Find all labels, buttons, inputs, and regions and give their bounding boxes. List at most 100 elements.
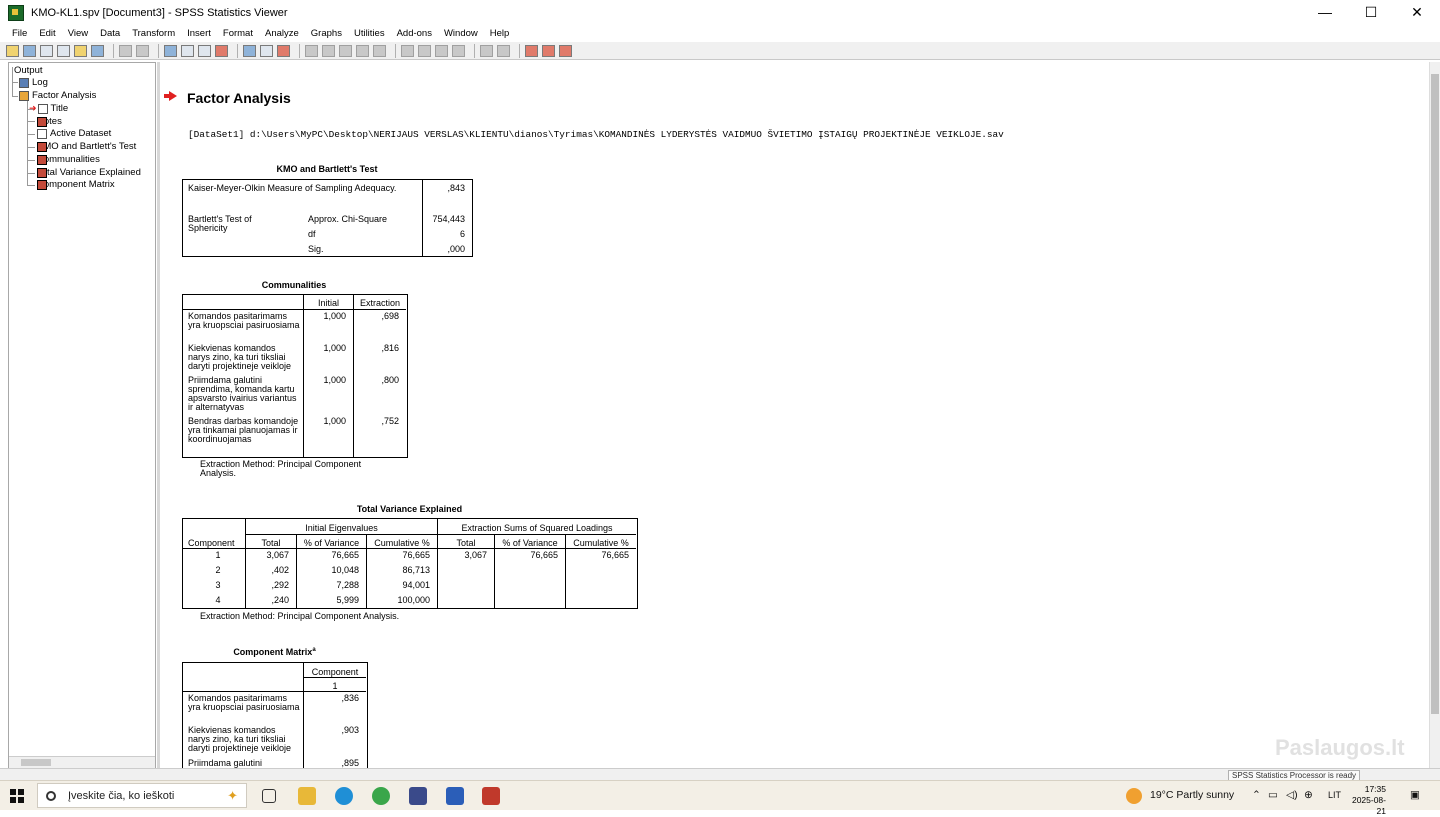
tree-notes[interactable]: Notes	[37, 116, 62, 127]
tve-pct-var: 76,665	[331, 550, 359, 560]
kmo-caption: KMO and Bartlett's Test	[276, 164, 378, 174]
variables-icon[interactable]	[215, 44, 228, 57]
menu-insert[interactable]: Insert	[187, 28, 211, 39]
tree-title[interactable]: ➜ Title	[29, 103, 68, 114]
plus-icon[interactable]	[435, 44, 448, 57]
arrow-right-icon[interactable]	[418, 44, 431, 57]
comm-row-initial: 1,000	[323, 416, 346, 426]
comm-row-initial: 1,000	[323, 343, 346, 353]
speaker-icon[interactable]: ◁)	[1286, 789, 1298, 801]
maximize-button[interactable]: ☐	[1348, 0, 1394, 25]
menu-view[interactable]: View	[68, 28, 88, 39]
communalities-table[interactable]: Initial Extraction Komandos pasitarimams…	[182, 294, 408, 458]
notifications-icon[interactable]: ▣	[1410, 789, 1420, 801]
demote-icon[interactable]	[322, 44, 335, 57]
clock[interactable]: 17:35 2025-08-21	[1350, 784, 1386, 817]
file-explorer-icon[interactable]	[298, 787, 316, 805]
goto-variable-icon[interactable]	[198, 44, 211, 57]
print-preview-icon[interactable]	[57, 44, 70, 57]
utorrent-icon[interactable]	[372, 787, 390, 805]
promote-icon[interactable]	[305, 44, 318, 57]
show-icon[interactable]	[480, 44, 493, 57]
tve-pct-var: 7,288	[336, 580, 359, 590]
export-icon[interactable]	[74, 44, 87, 57]
menu-window[interactable]: Window	[444, 28, 478, 39]
arrow-left-icon[interactable]	[401, 44, 414, 57]
chevron-up-icon[interactable]: ⌃	[1252, 789, 1261, 801]
current-item-arrow-icon: ➜	[29, 103, 37, 113]
window-title: KMO-KL1.spv [Document3] - SPSS Statistic…	[31, 6, 288, 19]
print-icon[interactable]	[40, 44, 53, 57]
show-all-icon[interactable]	[260, 44, 273, 57]
menu-file[interactable]: File	[12, 28, 27, 39]
recall-dialog-icon[interactable]	[91, 44, 104, 57]
output-pane[interactable]: Factor Analysis [DataSet1] d:\Users\MyPC…	[162, 62, 1429, 768]
tve-cum-pct: 86,713	[402, 565, 430, 575]
menu-help[interactable]: Help	[490, 28, 510, 39]
df-label: df	[308, 229, 316, 239]
tve-table[interactable]: Initial Eigenvalues Extraction Sums of S…	[182, 518, 638, 609]
cm-row-value: ,903	[341, 725, 359, 735]
menu-utilities[interactable]: Utilities	[354, 28, 385, 39]
tree-communalities[interactable]: Communalities	[37, 154, 100, 165]
open-icon[interactable]	[6, 44, 19, 57]
close-button[interactable]: ✕	[1394, 0, 1440, 25]
tree-active-dataset[interactable]: Active Dataset	[37, 128, 111, 139]
goto-data-icon[interactable]	[164, 44, 177, 57]
save-icon[interactable]	[23, 44, 36, 57]
tree-component-matrix[interactable]: Component Matrix	[37, 179, 115, 190]
insert-title-icon[interactable]	[356, 44, 369, 57]
insert-chart-icon[interactable]	[525, 44, 538, 57]
pane-splitter[interactable]	[157, 62, 160, 768]
vpn-icon[interactable]: ⊕	[1304, 789, 1313, 801]
tree-output[interactable]: Output	[14, 65, 43, 76]
designate-window-icon[interactable]	[277, 44, 290, 57]
remote-desktop-icon[interactable]	[409, 787, 427, 805]
menu-transform[interactable]: Transform	[132, 28, 175, 39]
outline-pane[interactable]: Output Log Factor Analysis ➜ Title Notes…	[8, 62, 156, 768]
menu-addons[interactable]: Add-ons	[397, 28, 432, 39]
menu-data[interactable]: Data	[100, 28, 120, 39]
toolbar	[0, 42, 1440, 60]
menu-format[interactable]: Format	[223, 28, 253, 39]
undo-icon[interactable]	[119, 44, 132, 57]
tve-ext-total: 3,067	[464, 550, 487, 560]
use-sets-icon[interactable]	[243, 44, 256, 57]
minimize-button[interactable]: —	[1302, 0, 1348, 25]
tree-total-variance[interactable]: Total Variance Explained	[37, 167, 141, 178]
tve-total: 3,067	[266, 550, 289, 560]
tree-log[interactable]: Log	[19, 77, 48, 88]
minus-icon[interactable]	[452, 44, 465, 57]
weather-icon[interactable]	[1126, 788, 1142, 804]
menu-edit[interactable]: Edit	[39, 28, 55, 39]
spss-taskbar-icon[interactable]	[482, 787, 500, 805]
tve-cum-pct: 94,001	[402, 580, 430, 590]
insert-text-icon[interactable]	[542, 44, 555, 57]
language-indicator[interactable]: LIT	[1328, 790, 1341, 800]
kmo-table[interactable]: Kaiser-Meyer-Olkin Measure of Sampling A…	[182, 179, 473, 257]
current-output-arrow-icon	[164, 91, 177, 101]
network-icon[interactable]: ▭	[1268, 789, 1278, 801]
redo-icon[interactable]	[136, 44, 149, 57]
initial-eigen-header: Initial Eigenvalues	[305, 523, 378, 533]
component-matrix-table[interactable]: Component 1 Komandos pasitarimams yra kr…	[182, 662, 368, 768]
comm-row-extraction: ,752	[381, 416, 399, 426]
menu-analyze[interactable]: Analyze	[265, 28, 299, 39]
hide-icon[interactable]	[497, 44, 510, 57]
taskbar-search-input[interactable]: Įveskite čia, ko ieškoti ✦	[37, 783, 247, 808]
weather-text[interactable]: 19°C Partly sunny	[1150, 789, 1234, 801]
outline-horizontal-scrollbar[interactable]	[9, 756, 155, 768]
word-icon[interactable]	[446, 787, 464, 805]
tree-kmo[interactable]: KMO and Bartlett's Test	[37, 141, 136, 152]
communalities-note: Extraction Method: Principal Component A…	[200, 459, 362, 478]
tree-factor-analysis[interactable]: Factor Analysis	[19, 90, 96, 101]
task-view-icon[interactable]	[262, 789, 276, 803]
edge-icon[interactable]	[335, 787, 353, 805]
menu-graphs[interactable]: Graphs	[311, 28, 342, 39]
insert-heading-icon[interactable]	[339, 44, 352, 57]
expand-icon[interactable]	[373, 44, 386, 57]
windows-start-icon[interactable]	[10, 789, 24, 803]
insert-new-title-icon[interactable]	[559, 44, 572, 57]
goto-case-icon[interactable]	[181, 44, 194, 57]
output-vertical-scrollbar[interactable]	[1429, 62, 1440, 768]
